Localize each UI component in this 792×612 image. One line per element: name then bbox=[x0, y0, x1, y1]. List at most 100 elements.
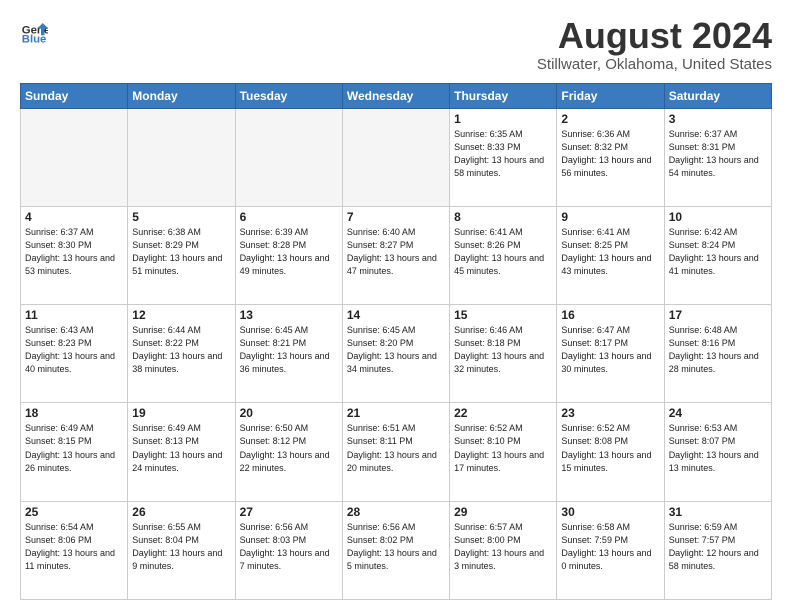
table-row: 1 Sunrise: 6:35 AMSunset: 8:33 PMDaylight… bbox=[450, 108, 557, 206]
table-row: 8 Sunrise: 6:41 AMSunset: 8:26 PMDaylight… bbox=[450, 206, 557, 304]
day-number: 6 bbox=[240, 210, 338, 224]
day-info: Sunrise: 6:53 AMSunset: 8:07 PMDaylight:… bbox=[669, 422, 767, 474]
table-row: 4 Sunrise: 6:37 AMSunset: 8:30 PMDaylight… bbox=[21, 206, 128, 304]
day-info: Sunrise: 6:37 AMSunset: 8:30 PMDaylight:… bbox=[25, 226, 123, 278]
logo: General Blue bbox=[20, 16, 48, 44]
day-info: Sunrise: 6:45 AMSunset: 8:21 PMDaylight:… bbox=[240, 324, 338, 376]
day-number: 16 bbox=[561, 308, 659, 322]
table-row: 11 Sunrise: 6:43 AMSunset: 8:23 PMDayligh… bbox=[21, 305, 128, 403]
day-number: 8 bbox=[454, 210, 552, 224]
table-row: 21 Sunrise: 6:51 AMSunset: 8:11 PMDayligh… bbox=[342, 403, 449, 501]
day-info: Sunrise: 6:42 AMSunset: 8:24 PMDaylight:… bbox=[669, 226, 767, 278]
day-number: 25 bbox=[25, 505, 123, 519]
table-row: 14 Sunrise: 6:45 AMSunset: 8:20 PMDayligh… bbox=[342, 305, 449, 403]
table-row: 16 Sunrise: 6:47 AMSunset: 8:17 PMDayligh… bbox=[557, 305, 664, 403]
col-monday: Monday bbox=[128, 83, 235, 108]
title-block: August 2024 Stillwater, Oklahoma, United… bbox=[537, 16, 772, 73]
calendar-week-row: 11 Sunrise: 6:43 AMSunset: 8:23 PMDayligh… bbox=[21, 305, 772, 403]
table-row: 31 Sunrise: 6:59 AMSunset: 7:57 PMDayligh… bbox=[664, 501, 771, 599]
day-info: Sunrise: 6:50 AMSunset: 8:12 PMDaylight:… bbox=[240, 422, 338, 474]
day-number: 1 bbox=[454, 112, 552, 126]
day-info: Sunrise: 6:49 AMSunset: 8:15 PMDaylight:… bbox=[25, 422, 123, 474]
day-number: 13 bbox=[240, 308, 338, 322]
day-number: 14 bbox=[347, 308, 445, 322]
table-row: 10 Sunrise: 6:42 AMSunset: 8:24 PMDayligh… bbox=[664, 206, 771, 304]
day-info: Sunrise: 6:40 AMSunset: 8:27 PMDaylight:… bbox=[347, 226, 445, 278]
day-info: Sunrise: 6:37 AMSunset: 8:31 PMDaylight:… bbox=[669, 128, 767, 180]
day-number: 5 bbox=[132, 210, 230, 224]
table-row: 26 Sunrise: 6:55 AMSunset: 8:04 PMDayligh… bbox=[128, 501, 235, 599]
day-number: 4 bbox=[25, 210, 123, 224]
day-number: 28 bbox=[347, 505, 445, 519]
table-row: 30 Sunrise: 6:58 AMSunset: 7:59 PMDayligh… bbox=[557, 501, 664, 599]
table-row: 25 Sunrise: 6:54 AMSunset: 8:06 PMDayligh… bbox=[21, 501, 128, 599]
table-row: 12 Sunrise: 6:44 AMSunset: 8:22 PMDayligh… bbox=[128, 305, 235, 403]
day-number: 17 bbox=[669, 308, 767, 322]
day-number: 18 bbox=[25, 406, 123, 420]
day-number: 2 bbox=[561, 112, 659, 126]
table-row: 23Sunrise: 6:52 AMSunset: 8:08 PMDayligh… bbox=[557, 403, 664, 501]
day-info: Sunrise: 6:41 AMSunset: 8:25 PMDaylight:… bbox=[561, 226, 659, 278]
table-row: 2Sunrise: 6:36 AMSunset: 8:32 PMDaylight… bbox=[557, 108, 664, 206]
day-info: Sunrise: 6:59 AMSunset: 7:57 PMDaylight:… bbox=[669, 521, 767, 573]
table-row: 5 Sunrise: 6:38 AMSunset: 8:29 PMDaylight… bbox=[128, 206, 235, 304]
day-info: Sunrise: 6:58 AMSunset: 7:59 PMDaylight:… bbox=[561, 521, 659, 573]
col-thursday: Thursday bbox=[450, 83, 557, 108]
day-info: Sunrise: 6:56 AMSunset: 8:03 PMDaylight:… bbox=[240, 521, 338, 573]
table-row: 18 Sunrise: 6:49 AMSunset: 8:15 PMDayligh… bbox=[21, 403, 128, 501]
table-row: 6 Sunrise: 6:39 AMSunset: 8:28 PMDaylight… bbox=[235, 206, 342, 304]
day-number: 31 bbox=[669, 505, 767, 519]
day-info: Sunrise: 6:52 AMSunset: 8:10 PMDaylight:… bbox=[454, 422, 552, 474]
col-wednesday: Wednesday bbox=[342, 83, 449, 108]
day-number: 23 bbox=[561, 406, 659, 420]
day-info: Sunrise: 6:45 AMSunset: 8:20 PMDaylight:… bbox=[347, 324, 445, 376]
table-row: 19 Sunrise: 6:49 AMSunset: 8:13 PMDayligh… bbox=[128, 403, 235, 501]
day-info: Sunrise: 6:47 AMSunset: 8:17 PMDaylight:… bbox=[561, 324, 659, 376]
table-row bbox=[342, 108, 449, 206]
day-number: 19 bbox=[132, 406, 230, 420]
calendar-week-row: 18 Sunrise: 6:49 AMSunset: 8:15 PMDayligh… bbox=[21, 403, 772, 501]
day-number: 7 bbox=[347, 210, 445, 224]
table-row: 3Sunrise: 6:37 AMSunset: 8:31 PMDaylight… bbox=[664, 108, 771, 206]
day-number: 11 bbox=[25, 308, 123, 322]
logo-icon: General Blue bbox=[20, 16, 48, 44]
day-number: 10 bbox=[669, 210, 767, 224]
day-info: Sunrise: 6:38 AMSunset: 8:29 PMDaylight:… bbox=[132, 226, 230, 278]
day-number: 26 bbox=[132, 505, 230, 519]
day-info: Sunrise: 6:43 AMSunset: 8:23 PMDaylight:… bbox=[25, 324, 123, 376]
day-info: Sunrise: 6:55 AMSunset: 8:04 PMDaylight:… bbox=[132, 521, 230, 573]
day-number: 20 bbox=[240, 406, 338, 420]
table-row bbox=[235, 108, 342, 206]
day-info: Sunrise: 6:35 AMSunset: 8:33 PMDaylight:… bbox=[454, 128, 552, 180]
table-row bbox=[21, 108, 128, 206]
day-number: 12 bbox=[132, 308, 230, 322]
day-info: Sunrise: 6:49 AMSunset: 8:13 PMDaylight:… bbox=[132, 422, 230, 474]
day-info: Sunrise: 6:54 AMSunset: 8:06 PMDaylight:… bbox=[25, 521, 123, 573]
table-row: 7 Sunrise: 6:40 AMSunset: 8:27 PMDaylight… bbox=[342, 206, 449, 304]
day-info: Sunrise: 6:57 AMSunset: 8:00 PMDaylight:… bbox=[454, 521, 552, 573]
day-info: Sunrise: 6:39 AMSunset: 8:28 PMDaylight:… bbox=[240, 226, 338, 278]
day-number: 30 bbox=[561, 505, 659, 519]
day-number: 9 bbox=[561, 210, 659, 224]
table-row: 17 Sunrise: 6:48 AMSunset: 8:16 PMDayligh… bbox=[664, 305, 771, 403]
col-tuesday: Tuesday bbox=[235, 83, 342, 108]
table-row: 24Sunrise: 6:53 AMSunset: 8:07 PMDayligh… bbox=[664, 403, 771, 501]
day-number: 27 bbox=[240, 505, 338, 519]
day-info: Sunrise: 6:41 AMSunset: 8:26 PMDaylight:… bbox=[454, 226, 552, 278]
table-row: 20 Sunrise: 6:50 AMSunset: 8:12 PMDayligh… bbox=[235, 403, 342, 501]
day-info: Sunrise: 6:44 AMSunset: 8:22 PMDaylight:… bbox=[132, 324, 230, 376]
table-row: 22Sunrise: 6:52 AMSunset: 8:10 PMDayligh… bbox=[450, 403, 557, 501]
table-row bbox=[128, 108, 235, 206]
page: General Blue August 2024 Stillwater, Okl… bbox=[0, 0, 792, 612]
table-row: 13 Sunrise: 6:45 AMSunset: 8:21 PMDayligh… bbox=[235, 305, 342, 403]
day-number: 15 bbox=[454, 308, 552, 322]
table-row: 29 Sunrise: 6:57 AMSunset: 8:00 PMDayligh… bbox=[450, 501, 557, 599]
table-row: 9 Sunrise: 6:41 AMSunset: 8:25 PMDaylight… bbox=[557, 206, 664, 304]
day-info: Sunrise: 6:48 AMSunset: 8:16 PMDaylight:… bbox=[669, 324, 767, 376]
day-info: Sunrise: 6:51 AMSunset: 8:11 PMDaylight:… bbox=[347, 422, 445, 474]
calendar-week-row: 1 Sunrise: 6:35 AMSunset: 8:33 PMDaylight… bbox=[21, 108, 772, 206]
table-row: 27 Sunrise: 6:56 AMSunset: 8:03 PMDayligh… bbox=[235, 501, 342, 599]
day-number: 21 bbox=[347, 406, 445, 420]
day-number: 29 bbox=[454, 505, 552, 519]
col-sunday: Sunday bbox=[21, 83, 128, 108]
